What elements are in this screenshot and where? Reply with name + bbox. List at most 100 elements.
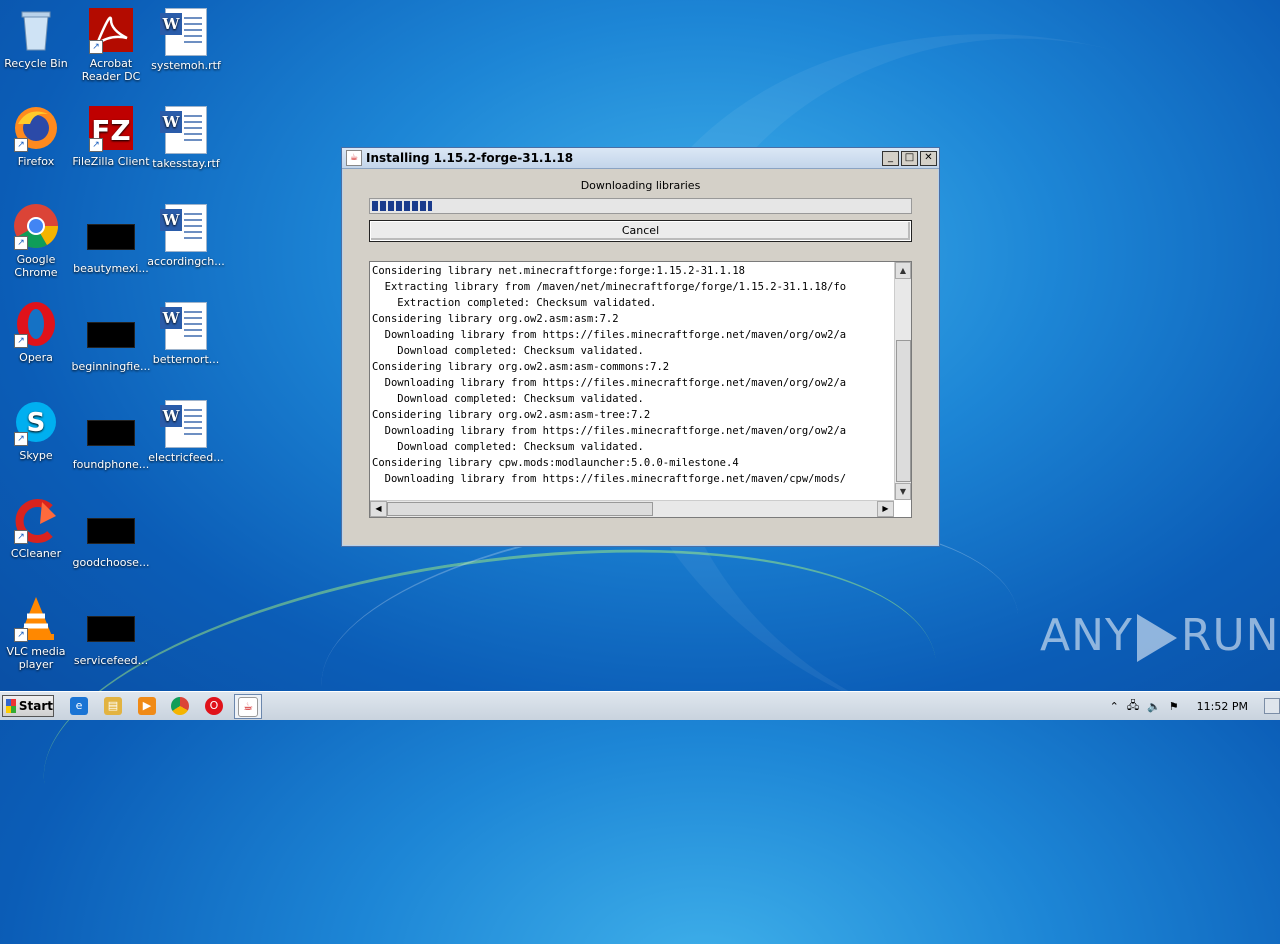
scroll-right-icon[interactable]: ▶ <box>877 501 894 517</box>
desktop-icon-servicefeed[interactable]: servicefeed... <box>71 604 151 667</box>
desktop-icon-filezilla[interactable]: FZ ↗ FileZilla Client <box>71 104 151 168</box>
progress-fill <box>372 201 432 211</box>
vlc-icon: ↗ <box>12 594 60 642</box>
dialog-titlebar[interactable]: ☕ Installing 1.15.2-forge-31.1.18 _ □ ✕ <box>342 148 939 169</box>
action-center-flag-icon[interactable]: ⚑ <box>1169 700 1179 713</box>
tray-expand-icon[interactable]: ⌃ <box>1110 700 1119 713</box>
log-line: Download completed: Checksum validated. <box>372 441 644 453</box>
explorer-icon[interactable]: ▤ <box>104 697 122 715</box>
start-label: Start <box>18 699 53 713</box>
desktop-icon-skype[interactable]: S ↗ Skype <box>0 398 76 462</box>
scroll-down-icon[interactable]: ▼ <box>895 483 911 500</box>
word-doc-icon: W <box>160 302 207 350</box>
desktop-icon-label: Google Chrome <box>14 253 58 279</box>
taskbar-active-installer[interactable]: ☕ <box>234 694 262 719</box>
desktop-icon-label: Skype <box>19 449 53 462</box>
vertical-scrollbar[interactable]: ▲ ▼ <box>894 262 911 500</box>
desktop-icon-beginningfie[interactable]: beginningfie... <box>71 310 151 373</box>
desktop-icon-foundphone[interactable]: foundphone... <box>71 408 151 471</box>
log-line: Extraction completed: Checksum validated… <box>372 297 657 309</box>
desktop-icon-recycle-bin[interactable]: Recycle Bin <box>0 6 76 70</box>
shortcut-arrow-icon: ↗ <box>89 138 103 152</box>
chrome-icon[interactable] <box>171 697 189 715</box>
log-text: Considering library net.minecraftforge:f… <box>372 263 894 500</box>
log-line: Considering library net.minecraftforge:f… <box>372 265 745 277</box>
opera-icon: ↗ <box>12 300 60 348</box>
desktop-icon-vlc[interactable]: ↗ VLC media player <box>0 594 76 671</box>
scroll-thumb[interactable] <box>896 340 911 482</box>
desktop-icon-label: takesstay.rtf <box>152 157 220 170</box>
scroll-thumb-horizontal[interactable] <box>387 502 653 516</box>
ccleaner-icon: ↗ <box>12 496 60 544</box>
black-thumb-icon <box>87 616 135 642</box>
desktop-icon-acrobat[interactable]: ↗ Acrobat Reader DC <box>71 6 151 83</box>
shortcut-arrow-icon: ↗ <box>14 628 28 642</box>
shortcut-arrow-icon: ↗ <box>89 40 103 54</box>
clock[interactable]: 11:52 PM <box>1197 700 1248 713</box>
maximize-button[interactable]: □ <box>901 150 918 166</box>
svg-text:S: S <box>27 408 46 438</box>
desktop-icon-label: CCleaner <box>10 547 62 560</box>
desktop-icon-takesstay[interactable]: W takesstay.rtf <box>146 106 226 170</box>
word-doc-icon: W <box>160 106 207 154</box>
volume-icon[interactable]: 🔈 <box>1147 700 1161 713</box>
cancel-button[interactable]: Cancel <box>369 220 912 242</box>
desktop-icon-beautymexi[interactable]: beautymexi... <box>71 212 151 275</box>
minimize-button[interactable]: _ <box>882 150 899 166</box>
anyrun-watermark: ANY RUN <box>1040 610 1280 662</box>
desktop-icon-label: VLC media player <box>6 645 66 671</box>
show-desktop-button[interactable] <box>1264 698 1280 714</box>
desktop-icon-label: Firefox <box>17 155 55 168</box>
shortcut-arrow-icon: ↗ <box>14 334 28 348</box>
desktop-icon-electricfeed[interactable]: W electricfeed... <box>146 400 226 464</box>
log-line: Downloading library from https://files.m… <box>372 377 847 389</box>
black-thumb-icon <box>87 322 135 348</box>
shortcut-arrow-icon: ↗ <box>14 530 28 544</box>
play-logo-icon <box>1136 614 1177 662</box>
java-icon: ☕ <box>346 150 362 166</box>
recycle-bin-icon <box>12 6 60 54</box>
desktop-icon-goodchoose[interactable]: goodchoose... <box>71 506 151 569</box>
skype-icon: S ↗ <box>12 398 60 446</box>
black-thumb-icon <box>87 224 135 250</box>
system-tray: ⌃ 🖧 🔈 ⚑ 11:52 PM <box>1106 692 1280 720</box>
chrome-icon: ↗ <box>12 202 60 250</box>
desktop-icon-label: beginningfie... <box>71 360 151 373</box>
desktop-icon-chrome[interactable]: ↗ Google Chrome <box>0 202 76 279</box>
log-line: Downloading library from https://files.m… <box>372 425 847 437</box>
desktop-icon-accordingch[interactable]: W accordingch... <box>146 204 226 268</box>
log-line: Downloading library from https://files.m… <box>372 473 847 485</box>
acrobat-icon: ↗ <box>87 6 135 54</box>
log-line: Considering library cpw.mods:modlauncher… <box>372 457 739 469</box>
desktop-icon-opera[interactable]: ↗ Opera <box>0 300 76 364</box>
desktop-icon-betternort[interactable]: W betternort... <box>146 302 226 366</box>
scroll-up-icon[interactable]: ▲ <box>895 262 911 279</box>
log-line: Download completed: Checksum validated. <box>372 393 644 405</box>
desktop-icon-label: goodchoose... <box>72 556 150 569</box>
windows-flag-icon <box>6 699 16 713</box>
word-doc-icon: W <box>160 8 207 56</box>
log-area[interactable]: Considering library net.minecraftforge:f… <box>369 261 912 518</box>
media-player-icon[interactable]: ▶ <box>138 697 156 715</box>
desktop-icon-label: servicefeed... <box>73 654 149 667</box>
opera-icon[interactable]: O <box>205 697 223 715</box>
horizontal-scrollbar[interactable]: ◀ ▶ <box>370 500 894 517</box>
close-button[interactable]: ✕ <box>920 150 937 166</box>
ie-icon[interactable]: e <box>70 697 88 715</box>
desktop-icon-firefox[interactable]: ↗ Firefox <box>0 104 76 168</box>
desktop-icon-label: foundphone... <box>72 458 150 471</box>
desktop-icon-label: systemoh.rtf <box>151 59 221 72</box>
status-label: Downloading libraries <box>580 179 701 192</box>
black-thumb-icon <box>87 420 135 446</box>
desktop-icon-label: accordingch... <box>147 255 225 268</box>
start-button[interactable]: Start <box>2 695 54 717</box>
word-doc-icon: W <box>160 400 207 448</box>
word-doc-icon: W <box>160 204 207 252</box>
desktop-icon-label: beautymexi... <box>73 262 149 275</box>
desktop-icon-ccleaner[interactable]: ↗ CCleaner <box>0 496 76 560</box>
network-icon[interactable]: 🖧 <box>1127 697 1139 716</box>
shortcut-arrow-icon: ↗ <box>14 138 28 152</box>
desktop-icon-label: betternort... <box>152 353 220 366</box>
scroll-left-icon[interactable]: ◀ <box>370 501 387 517</box>
desktop-icon-systemoh[interactable]: W systemoh.rtf <box>146 8 226 72</box>
